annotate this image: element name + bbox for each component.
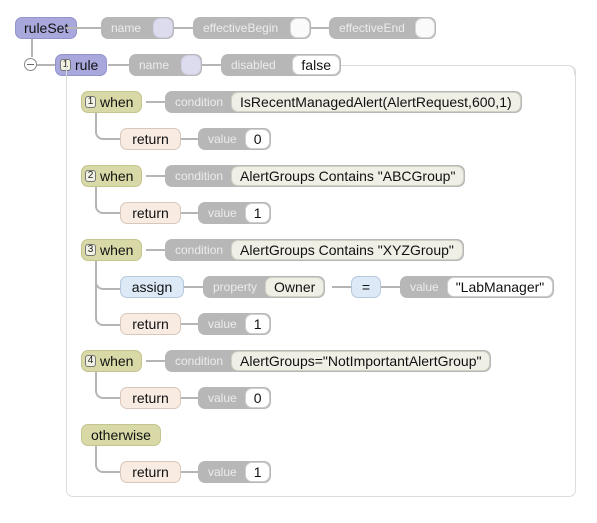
ruleset-name-value[interactable]	[153, 18, 173, 38]
connector	[181, 471, 199, 473]
return-label: return	[132, 316, 169, 332]
property-label: condition	[175, 354, 224, 368]
connector	[181, 397, 199, 399]
property-label: value	[208, 317, 237, 331]
collapse-toggle-icon[interactable]	[24, 58, 37, 71]
connector	[146, 175, 166, 177]
connector	[174, 27, 194, 29]
return-node[interactable]: return	[120, 313, 181, 335]
assign-value-property[interactable]: value "LabManager"	[400, 276, 555, 298]
when-node-3[interactable]: 3 when	[81, 239, 143, 261]
connector	[37, 64, 55, 66]
connector	[181, 138, 199, 140]
container-top-border	[341, 65, 569, 66]
return-node[interactable]: return	[120, 387, 181, 409]
connector	[31, 38, 33, 57]
property-label: property	[213, 280, 258, 294]
connector	[311, 27, 330, 29]
when-index-badge: 1	[85, 96, 96, 108]
effective-begin-property[interactable]: effectiveBegin	[193, 17, 311, 39]
return-label: return	[132, 464, 169, 480]
property-label: value	[208, 132, 237, 146]
condition-value[interactable]: AlertGroups Contains "ABCGroup"	[231, 166, 465, 186]
connector	[95, 186, 121, 214]
assign-operator[interactable]: =	[351, 276, 381, 298]
effective-begin-value[interactable]	[290, 18, 310, 38]
connector	[332, 286, 352, 288]
assign-property[interactable]: property Owner	[203, 276, 326, 298]
connector	[184, 286, 204, 288]
when-label: when	[100, 242, 134, 258]
connector	[146, 360, 166, 362]
return-value-property[interactable]: value 1	[198, 202, 272, 224]
when-index-badge: 2	[85, 170, 96, 182]
property-label: name	[111, 21, 142, 35]
condition-value[interactable]: IsRecentManagedAlert(AlertRequest,600,1)	[231, 92, 521, 112]
when-label: when	[100, 353, 134, 369]
when-node-4[interactable]: 4 when	[81, 350, 143, 372]
connector	[181, 323, 199, 325]
assign-label: assign	[131, 279, 173, 295]
connector	[66, 27, 102, 29]
property-label: condition	[175, 169, 224, 183]
property-label: value	[208, 206, 237, 220]
connector	[95, 112, 121, 140]
property-label: condition	[175, 95, 224, 109]
return-value-property[interactable]: value 0	[198, 387, 272, 409]
when-label: when	[100, 168, 134, 184]
return-value[interactable]: 1	[244, 462, 271, 482]
property-label: effectiveEnd	[339, 21, 405, 35]
ruleset-name-property[interactable]: name	[101, 17, 174, 39]
property-label: value	[208, 465, 237, 479]
return-value-property[interactable]: value 1	[198, 461, 272, 483]
otherwise-node[interactable]: otherwise	[81, 424, 161, 446]
return-value-property[interactable]: value 0	[198, 128, 272, 150]
when-index-badge: 3	[85, 244, 96, 256]
connector	[95, 445, 121, 473]
effective-end-property[interactable]: effectiveEnd	[329, 17, 436, 39]
assign-node[interactable]: assign	[120, 276, 184, 298]
connector	[181, 212, 199, 214]
connector	[146, 249, 166, 251]
when-index-badge: 4	[85, 355, 96, 367]
return-label: return	[132, 390, 169, 406]
property-label: condition	[175, 243, 224, 257]
condition-property[interactable]: condition AlertGroups="NotImportantAlert…	[165, 350, 492, 372]
return-value[interactable]: 0	[244, 388, 271, 408]
condition-property[interactable]: condition IsRecentManagedAlert(AlertRequ…	[165, 91, 522, 113]
return-value-property[interactable]: value 1	[198, 313, 272, 335]
condition-property[interactable]: condition AlertGroups Contains "XYZGroup…	[165, 239, 464, 261]
return-label: return	[132, 205, 169, 221]
return-node[interactable]: return	[120, 202, 181, 224]
return-value[interactable]: 0	[244, 129, 271, 149]
condition-property[interactable]: condition AlertGroups Contains "ABCGroup…	[165, 165, 466, 187]
property-label: value	[410, 280, 439, 294]
condition-value[interactable]: AlertGroups Contains "XYZGroup"	[231, 240, 463, 260]
when-node-2[interactable]: 2 when	[81, 165, 143, 187]
connector	[381, 286, 401, 288]
when-node-1[interactable]: 1 when	[81, 91, 143, 113]
condition-value[interactable]: AlertGroups="NotImportantAlertGroup"	[231, 351, 491, 371]
otherwise-label: otherwise	[91, 427, 151, 443]
effective-end-value[interactable]	[415, 18, 435, 38]
operator-label: =	[361, 279, 371, 295]
connector	[95, 286, 121, 326]
return-node[interactable]: return	[120, 461, 181, 483]
return-label: return	[132, 131, 169, 147]
property-label: value	[208, 391, 237, 405]
assign-value[interactable]: "LabManager"	[446, 277, 554, 297]
connector	[95, 371, 121, 399]
connector	[146, 101, 166, 103]
return-node[interactable]: return	[120, 128, 181, 150]
return-value[interactable]: 1	[244, 314, 271, 334]
when-label: when	[100, 94, 134, 110]
assign-property-value[interactable]: Owner	[265, 277, 325, 297]
return-value[interactable]: 1	[244, 203, 271, 223]
ruleset-label: ruleSet	[24, 20, 69, 36]
property-label: effectiveBegin	[203, 21, 279, 35]
